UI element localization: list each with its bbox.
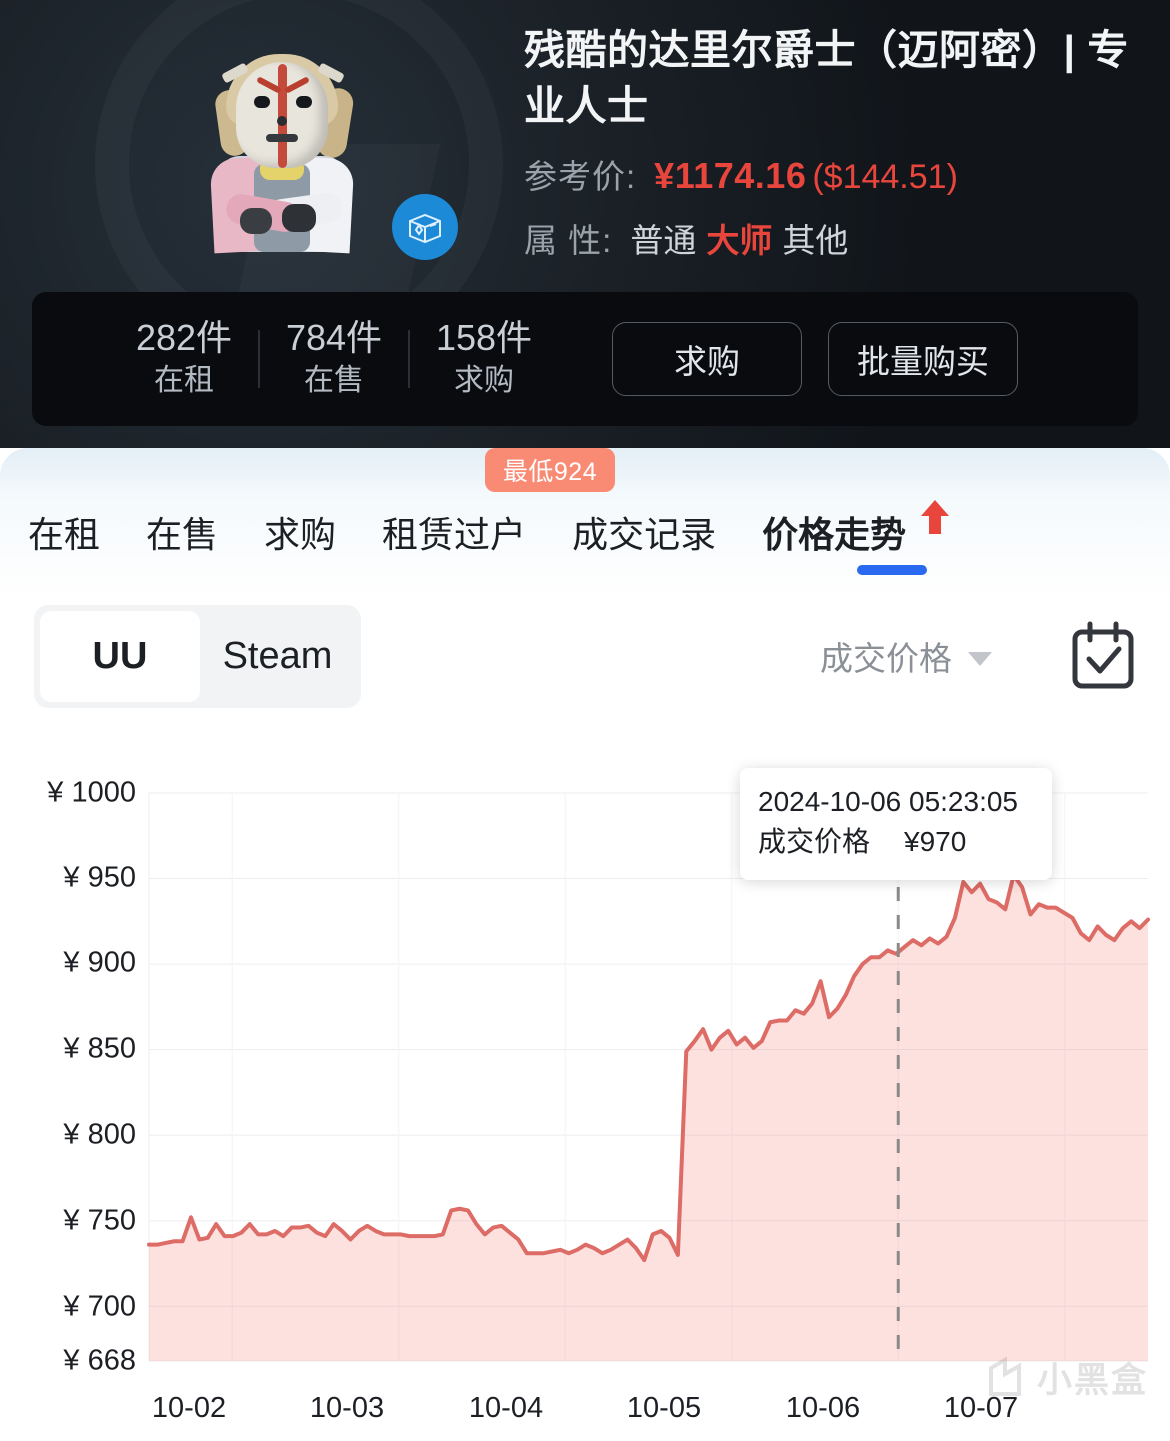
y-tick-label: ¥ 750 (63, 1204, 136, 1237)
tab-rental-transfer[interactable]: 租赁过户 (382, 506, 526, 558)
attribute-master: 大师 (706, 222, 773, 259)
stat-on-rent[interactable]: 282件 在租 (110, 316, 258, 402)
trend-up-arrow-icon (918, 500, 952, 545)
chevron-down-icon (968, 652, 992, 666)
reference-price-label: 参考价: (524, 158, 637, 195)
market-stats-bar: 282件 在租 784件 在售 158件 求购 求购 批量购买 (32, 292, 1138, 426)
tab-buy-request[interactable]: 求购 (264, 506, 336, 558)
tab-price-trend[interactable]: 价格走势 (762, 500, 952, 558)
price-metric-select-value: 成交价格 (820, 640, 952, 677)
y-tick-label: ¥ 800 (63, 1118, 136, 1151)
detail-tabs: 在租 在售 求购 租赁过户 成交记录 价格走势 (28, 496, 1038, 568)
stat-buy-request-count: 158件 (435, 317, 533, 358)
calendar-check-icon[interactable] (1068, 620, 1138, 699)
stat-buy-request[interactable]: 158件 求购 (410, 316, 558, 402)
y-tick-label: ¥ 900 (63, 946, 136, 979)
y-tick-label: ¥ 950 (63, 861, 136, 894)
x-tick-label: 10-02 (151, 1392, 227, 1424)
y-tick-label: ¥ 700 (63, 1290, 136, 1323)
lowest-price-badge: 最低924 (485, 448, 615, 492)
x-tick-label: 10-06 (785, 1392, 861, 1424)
bulk-buy-button[interactable]: 批量购买 (828, 322, 1018, 396)
tooltip-value: ¥970 (904, 826, 967, 857)
stat-on-sale-label: 在售 (304, 364, 364, 397)
site-watermark-text: 小黑盒 (1037, 1361, 1149, 1400)
tooltip-date: 2024-10-06 05:23:05 (758, 786, 1018, 817)
y-tick-label: ¥ 850 (63, 1032, 136, 1065)
stat-on-sale-count: 784件 (285, 317, 383, 358)
tab-trade-records[interactable]: 成交记录 (572, 506, 716, 558)
x-tick-label: 10-03 (309, 1392, 385, 1424)
stat-on-rent-label: 在租 (154, 364, 214, 397)
tab-on-rent[interactable]: 在租 (28, 506, 100, 558)
x-tick-label: 10-05 (626, 1392, 702, 1424)
active-tab-indicator (857, 565, 927, 575)
tab-on-sale[interactable]: 在售 (146, 506, 218, 558)
chart-tooltip: 2024-10-06 05:23:05 成交价格 ¥970 (740, 768, 1052, 880)
item-info-block: 残酷的达里尔爵士（迈阿密）| 专业人士 参考价: ¥1174.16 ($144.… (524, 22, 1144, 262)
attributes-row: 属 性: 普通 大师 其他 (524, 214, 1144, 262)
source-toggle-steam[interactable]: Steam (200, 611, 355, 702)
reference-price-cny: ¥1174.16 (654, 155, 807, 196)
stat-buy-request-label: 求购 (454, 364, 514, 397)
y-tick-label: ¥ 668 (63, 1344, 136, 1377)
item-character-artwork (178, 38, 388, 254)
case-box-icon[interactable] (392, 194, 458, 260)
stat-on-rent-count: 282件 (135, 317, 233, 358)
price-metric-select[interactable]: 成交价格 (820, 632, 992, 680)
reference-price-usd: ($144.51) (812, 158, 958, 196)
tooltip-metric-label: 成交价格 (758, 826, 871, 857)
y-tick-label: ¥ 1000 (47, 776, 136, 809)
source-toggle-uu[interactable]: UU (40, 611, 200, 702)
site-watermark: 小黑盒 (985, 1352, 1148, 1403)
item-title: 残酷的达里尔爵士（迈阿密）| 专业人士 (524, 27, 1129, 129)
attribute-normal: 普通 (630, 222, 697, 259)
source-toggle: UU Steam (34, 605, 361, 708)
x-tick-label: 10-04 (468, 1392, 544, 1424)
stat-on-sale[interactable]: 784件 在售 (260, 316, 408, 402)
reference-price-row: 参考价: ¥1174.16 ($144.51) (524, 150, 1144, 198)
tab-price-trend-label: 价格走势 (762, 514, 907, 555)
attribute-other: 其他 (782, 222, 849, 259)
buy-request-button[interactable]: 求购 (612, 322, 802, 396)
attributes-label: 属 性: (524, 222, 613, 259)
